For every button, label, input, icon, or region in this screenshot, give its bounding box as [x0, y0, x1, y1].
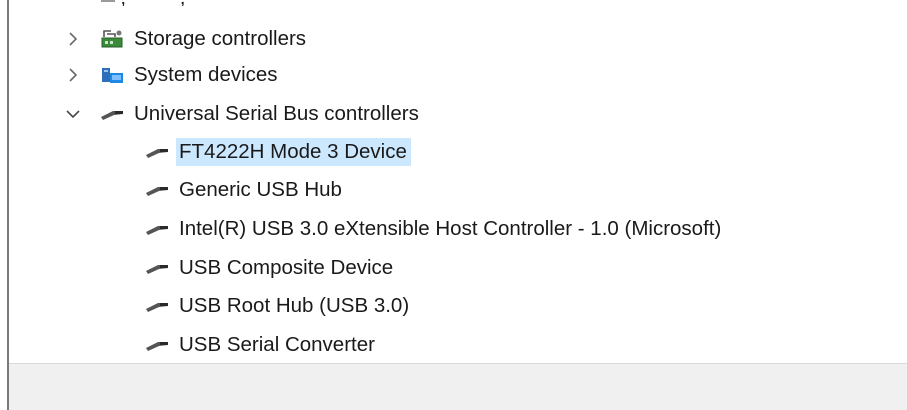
tree-category-system-devices[interactable]: System devices: [69, 60, 282, 90]
storage-controller-icon: [99, 28, 125, 50]
tree-item-intel-xhci[interactable]: Intel(R) USB 3.0 eXtensible Host Control…: [144, 214, 725, 244]
usb-plug-icon: [144, 141, 170, 163]
usb-plug-icon: [144, 257, 170, 279]
tree-label: USB Composite Device: [179, 256, 394, 279]
usb-plug-icon: [144, 295, 170, 317]
tree-item-usb-root-hub[interactable]: USB Root Hub (USB 3.0): [144, 291, 413, 321]
tree-item-usb-serial-converter[interactable]: USB Serial Converter: [144, 330, 379, 360]
tree-item-generic-usb-hub[interactable]: Generic USB Hub: [144, 175, 346, 205]
tree-label: USB Serial Converter: [179, 333, 375, 356]
usb-plug-icon: [99, 103, 125, 125]
tree-label: Generic USB Hub: [179, 178, 342, 201]
tree-label: Universal Serial Bus controllers: [134, 102, 419, 125]
tree-label: System devices: [134, 63, 278, 86]
svg-text:‚ · · · · ,: ‚ · · · · ,: [121, 0, 185, 6]
chevron-down-icon[interactable]: [65, 106, 81, 122]
usb-plug-icon: [144, 334, 170, 356]
usb-plug-icon: [144, 179, 170, 201]
tree-row-partial: ‚ · · · · ,: [99, 0, 359, 6]
chevron-right-icon[interactable]: [65, 31, 81, 47]
system-devices-icon: [99, 64, 125, 86]
tree-label: Intel(R) USB 3.0 eXtensible Host Control…: [179, 217, 722, 240]
device-manager-window: ‚ · · · · , Storage controllers: [7, 0, 907, 410]
tree-item-ft4222h[interactable]: FT4222H Mode 3 Device: [144, 137, 411, 167]
tree-item-usb-composite-device[interactable]: USB Composite Device: [144, 253, 397, 283]
tree-category-usb-controllers[interactable]: Universal Serial Bus controllers: [66, 99, 423, 129]
partial-row-glyphs-icon: ‚ · · · · ,: [101, 0, 185, 6]
chevron-right-icon[interactable]: [65, 67, 81, 83]
device-tree[interactable]: ‚ · · · · , Storage controllers: [9, 0, 907, 364]
tree-label: USB Root Hub (USB 3.0): [179, 294, 410, 317]
usb-plug-icon: [144, 218, 170, 240]
tree-label: FT4222H Mode 3 Device: [176, 138, 411, 166]
tree-label: Storage controllers: [134, 27, 307, 50]
status-bar: [9, 364, 907, 410]
tree-category-storage-controllers[interactable]: Storage controllers: [69, 24, 310, 54]
